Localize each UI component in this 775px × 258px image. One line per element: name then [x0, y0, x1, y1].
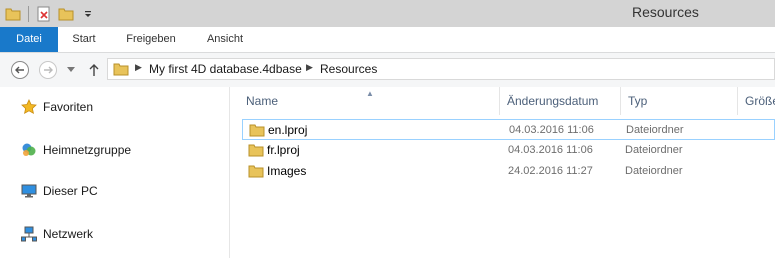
breadcrumb-database[interactable]: My first 4D database.4dbase — [149, 62, 302, 76]
folder-icon — [248, 164, 264, 181]
file-date: 24.02.2016 11:27 — [508, 165, 593, 177]
column-divider[interactable] — [620, 87, 621, 115]
breadcrumb-resources[interactable]: Resources — [320, 62, 377, 76]
nav-item-label: Heimnetzgruppe — [43, 143, 132, 157]
file-name: en.lproj — [268, 123, 308, 137]
forward-button[interactable] — [38, 60, 58, 80]
file-row[interactable]: Images 24.02.2016 11:27 Dateiordner — [242, 161, 775, 182]
star-icon — [20, 98, 38, 116]
file-type: Dateiordner — [625, 144, 683, 156]
file-type: Dateiordner — [626, 124, 684, 136]
folder-icon — [249, 123, 265, 140]
tab-datei[interactable]: Datei — [0, 27, 58, 52]
computer-icon — [20, 182, 38, 200]
recent-locations-button[interactable] — [64, 60, 78, 80]
column-header-date[interactable]: Änderungsdatum — [507, 87, 598, 115]
file-name: Images — [267, 164, 307, 178]
nav-item-dieser-pc[interactable]: Dieser PC — [20, 181, 98, 201]
properties-icon[interactable] — [33, 3, 55, 25]
customize-toolbar-icon[interactable] — [77, 3, 99, 25]
column-header-size[interactable]: Größe — [745, 87, 775, 115]
up-arrow-icon — [89, 64, 99, 76]
forward-arrow-icon — [39, 61, 57, 79]
address-bar[interactable]: ▶ My first 4D database.4dbase ▶ Resource… — [107, 58, 775, 80]
file-date: 04.03.2016 11:06 — [509, 124, 594, 136]
breadcrumb-separator-icon[interactable]: ▶ — [135, 62, 142, 73]
window-title: Resources — [632, 4, 699, 20]
tab-freigeben[interactable]: Freigeben — [110, 27, 192, 52]
nav-item-favoriten[interactable]: Favoriten — [20, 97, 93, 117]
file-row[interactable]: en.lproj 04.03.2016 11:06 Dateiordner — [242, 119, 775, 140]
tab-ansicht[interactable]: Ansicht — [192, 27, 258, 52]
quick-access-toolbar — [0, 0, 99, 27]
tab-start[interactable]: Start — [58, 27, 110, 52]
network-icon — [20, 225, 38, 243]
column-header-name[interactable]: Name — [246, 87, 278, 115]
back-button[interactable] — [10, 60, 30, 80]
toolbar-separator — [28, 5, 29, 22]
file-name: fr.lproj — [267, 143, 300, 157]
chevron-down-icon — [67, 67, 75, 72]
sort-ascending-icon: ▲ — [366, 89, 374, 98]
file-row[interactable]: fr.lproj 04.03.2016 11:06 Dateiordner — [242, 140, 775, 161]
nav-item-label: Favoriten — [43, 100, 94, 114]
nav-item-heimnetzgruppe[interactable]: Heimnetzgruppe — [20, 140, 131, 160]
file-type: Dateiordner — [625, 165, 683, 177]
nav-item-netzwerk[interactable]: Netzwerk — [20, 224, 93, 244]
title-bar: Resources — [0, 0, 775, 27]
breadcrumb-separator-icon[interactable]: ▶ — [306, 62, 313, 73]
column-divider[interactable] — [737, 87, 738, 115]
up-button[interactable] — [85, 60, 103, 80]
file-date: 04.03.2016 11:06 — [508, 144, 593, 156]
nav-item-label: Netzwerk — [43, 227, 94, 241]
column-header-type[interactable]: Typ — [628, 87, 647, 115]
back-arrow-icon — [11, 61, 29, 79]
homegroup-icon — [20, 141, 38, 159]
navigation-pane: Favoriten Heimnetzgruppe Dieser PC Netzw… — [0, 87, 230, 258]
folder-icon — [248, 143, 264, 160]
address-row: ▶ My first 4D database.4dbase ▶ Resource… — [0, 53, 775, 87]
nav-item-label: Dieser PC — [43, 184, 98, 198]
column-divider[interactable] — [499, 87, 500, 115]
ribbon-tabs: Datei Start Freigeben Ansicht — [0, 27, 775, 53]
folder-icon[interactable] — [2, 3, 24, 25]
new-folder-icon[interactable] — [55, 3, 77, 25]
folder-icon — [113, 62, 129, 79]
file-list: ▲ Name Änderungsdatum Typ Größe en.lproj… — [230, 87, 775, 258]
